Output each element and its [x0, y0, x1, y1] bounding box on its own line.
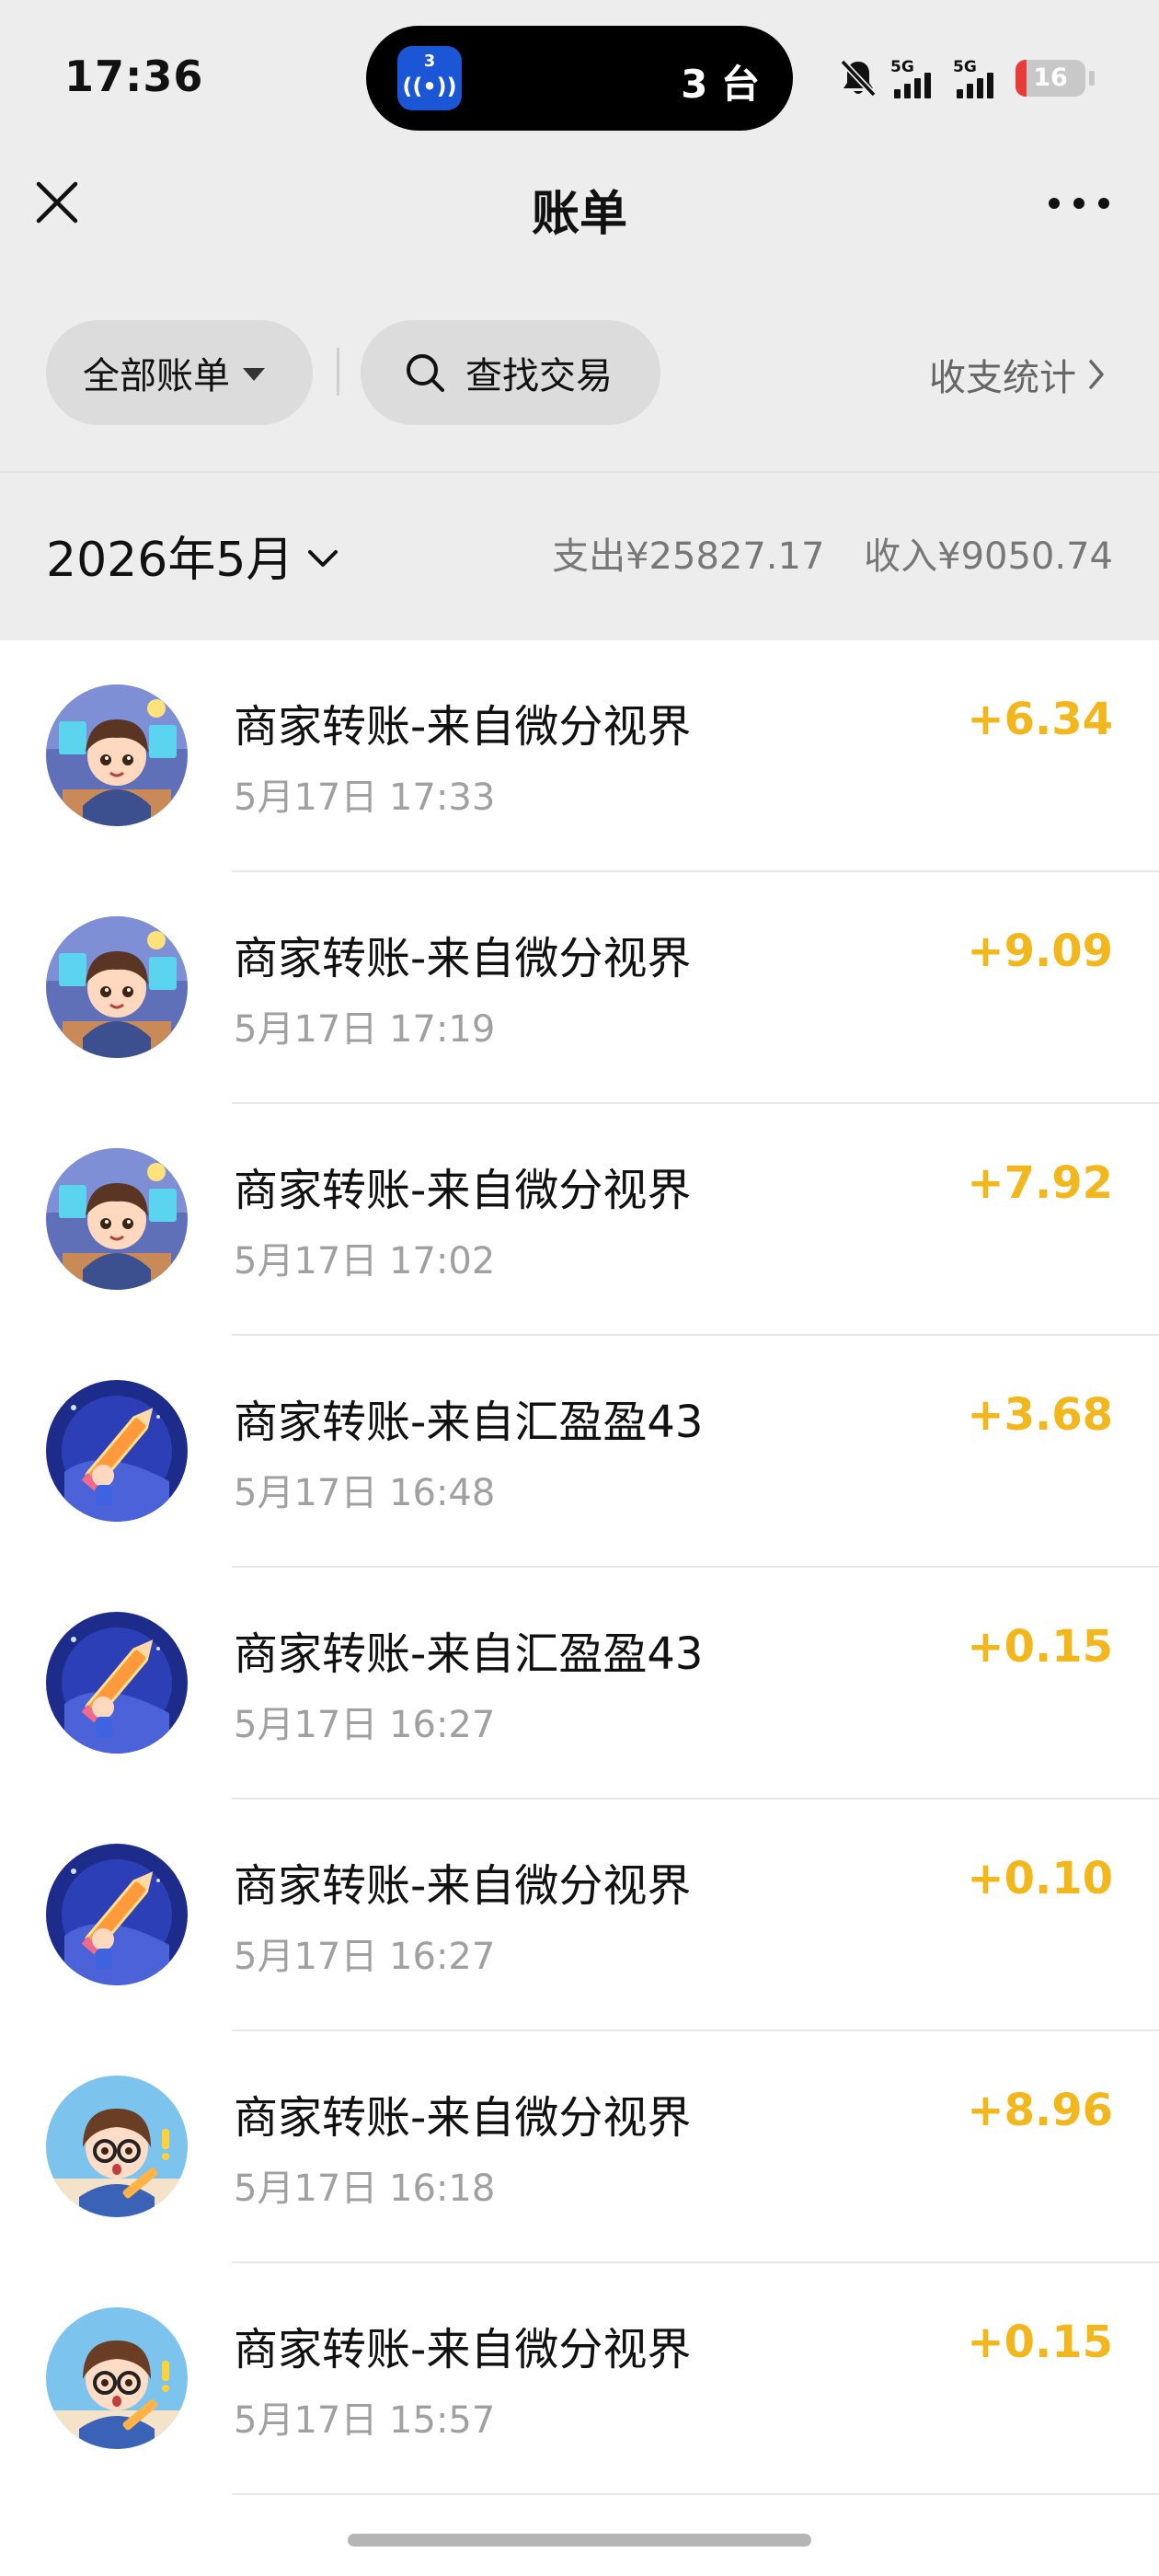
transaction-row[interactable]: 商家转账-来自微分视界 5月17日 16:18 +8.96 [0, 2031, 1159, 2263]
dynamic-island[interactable]: 3 ((•)) 3 台 [366, 26, 793, 131]
transaction-title: 商家转账-来自汇盈盈43 [234, 1397, 704, 1448]
battery-tip [1089, 71, 1095, 86]
month-selector[interactable]: 2026年5月 [46, 521, 339, 590]
transaction-title: 商家转账-来自微分视界 [234, 701, 692, 753]
status-icons: 5G 5G 16 [839, 55, 1095, 101]
transaction-amount: +0.15 [967, 1621, 1113, 1673]
search-transactions-label: 查找交易 [465, 355, 613, 397]
broadcast-icon: ((•)) [402, 74, 457, 99]
row-divider [232, 2493, 1159, 2495]
battery-icon: 16 [1016, 60, 1085, 97]
transaction-amount: +9.09 [967, 926, 1113, 977]
month-income: 收入¥9050.74 [864, 535, 1113, 578]
more-button[interactable] [1049, 190, 1109, 217]
transaction-title: 商家转账-来自微分视界 [234, 933, 692, 984]
transaction-amount: +6.34 [967, 694, 1113, 745]
pencil-avatar [46, 1612, 188, 1754]
search-icon [407, 354, 444, 392]
transaction-title: 商家转账-来自微分视界 [234, 2324, 692, 2375]
month-summary: 支出¥25827.17 收入¥9050.74 [552, 526, 1113, 580]
transaction-list: 商家转账-来自微分视界 5月17日 17:33 +6.34 商家转账-来自微分视… [0, 640, 1159, 2495]
transaction-title: 商家转账-来自微分视界 [234, 1860, 692, 1912]
month-label: 2026年5月 [46, 533, 294, 588]
transaction-row[interactable]: 商家转账-来自微分视界 5月17日 16:27 +0.10 [0, 1800, 1159, 2031]
transaction-time: 5月17日 16:48 [234, 1472, 496, 1514]
transaction-amount: +0.15 [967, 2317, 1113, 2368]
transaction-time: 5月17日 17:19 [234, 1008, 496, 1051]
transaction-time: 5月17日 16:18 [234, 2168, 496, 2210]
filter-divider [337, 348, 339, 396]
all-bills-label: 全部账单 [83, 355, 230, 397]
chevron-right-icon [1089, 360, 1104, 389]
transaction-time: 5月17日 16:27 [234, 1936, 496, 1978]
transaction-title: 商家转账-来自微分视界 [234, 1165, 692, 1216]
transaction-row[interactable]: 商家转账-来自汇盈盈43 5月17日 16:27 +0.15 [0, 1568, 1159, 1800]
stats-label: 收支统计 [929, 357, 1076, 399]
transaction-amount: +8.96 [967, 2085, 1113, 2136]
page-title: 账单 [531, 187, 627, 242]
month-expense: 支出¥25827.17 [552, 535, 825, 578]
bell-muted-icon [839, 58, 878, 98]
status-bar: 17:36 3 ((•)) 3 台 5G 5G 16 [0, 0, 1159, 156]
transaction-time: 5月17日 16:27 [234, 1704, 496, 1746]
signal-icon: 5G [890, 58, 940, 98]
island-app-badge: 3 [423, 52, 436, 71]
transaction-amount: +3.68 [967, 1389, 1113, 1441]
transaction-amount: +0.10 [967, 1853, 1113, 1904]
boy-avatar [46, 916, 188, 1058]
caret-down-icon [243, 368, 265, 381]
section-divider [0, 471, 1159, 473]
more-dot-icon [1098, 198, 1109, 209]
transaction-row[interactable]: 商家转账-来自微分视界 5月17日 15:57 +0.15 [0, 2263, 1159, 2495]
signal-icon: 5G [953, 58, 1003, 98]
all-bills-filter-button[interactable]: 全部账单 [46, 320, 313, 425]
search-transactions-button[interactable]: 查找交易 [361, 320, 660, 425]
status-time: 17:36 [64, 52, 204, 101]
transaction-time: 5月17日 17:02 [234, 1240, 496, 1282]
transaction-time: 5月17日 17:33 [234, 776, 496, 819]
more-dot-icon [1073, 198, 1084, 209]
girl-avatar [46, 2076, 188, 2217]
home-indicator[interactable] [348, 2534, 811, 2547]
transaction-row[interactable]: 商家转账-来自微分视界 5月17日 17:33 +6.34 [0, 640, 1159, 872]
girl-avatar [46, 2307, 188, 2449]
transaction-row[interactable]: 商家转账-来自汇盈盈43 5月17日 16:48 +3.68 [0, 1336, 1159, 1568]
pencil-avatar [46, 1380, 188, 1522]
transaction-title: 商家转账-来自汇盈盈43 [234, 1628, 704, 1680]
boy-avatar [46, 1148, 188, 1290]
transaction-title: 商家转账-来自微分视界 [234, 2092, 692, 2144]
transaction-amount: +7.92 [967, 1157, 1113, 1209]
income-expense-stats-link[interactable]: 收支统计 [929, 348, 1106, 401]
boy-avatar [46, 684, 188, 826]
transaction-time: 5月17日 15:57 [234, 2399, 496, 2442]
island-text: 3 台 [681, 62, 760, 107]
broadcast-app-icon: 3 ((•)) [397, 46, 462, 110]
battery-level: 16 [1033, 63, 1068, 92]
chevron-down-icon [308, 549, 339, 567]
pencil-avatar [46, 1844, 188, 1985]
transaction-row[interactable]: 商家转账-来自微分视界 5月17日 17:19 +9.09 [0, 872, 1159, 1104]
more-dot-icon [1049, 198, 1060, 209]
transaction-row[interactable]: 商家转账-来自微分视界 5月17日 17:02 +7.92 [0, 1104, 1159, 1336]
